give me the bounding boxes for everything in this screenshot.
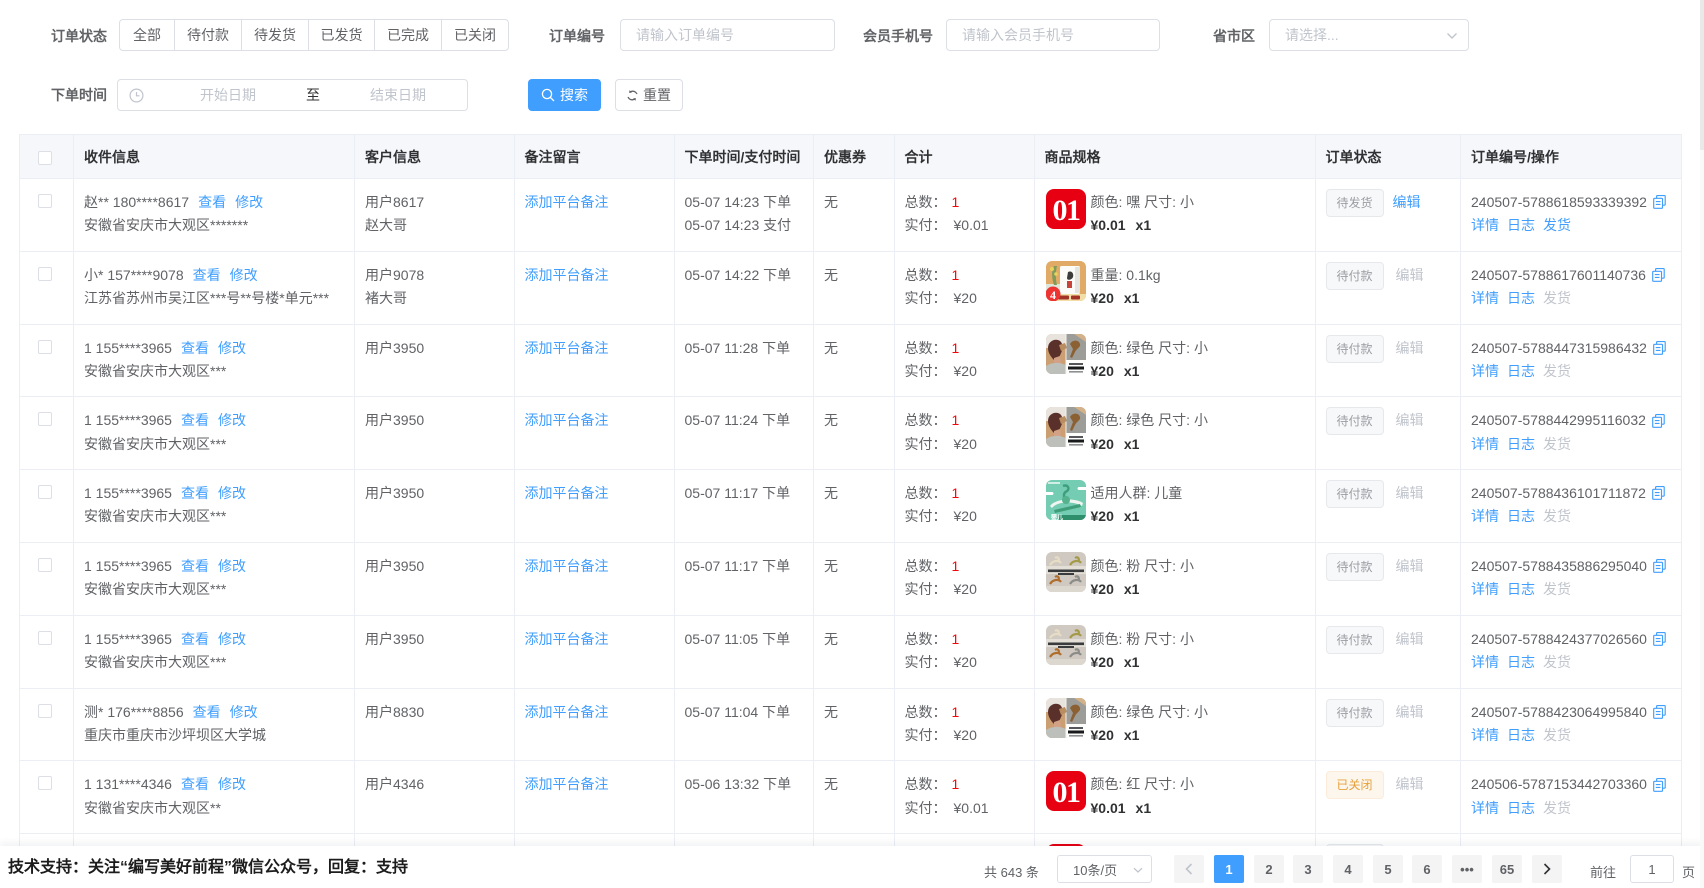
svg-text:4: 4 <box>1050 288 1056 301</box>
svg-text:01: 01 <box>1052 776 1080 809</box>
svg-text:01: 01 <box>1052 194 1080 227</box>
